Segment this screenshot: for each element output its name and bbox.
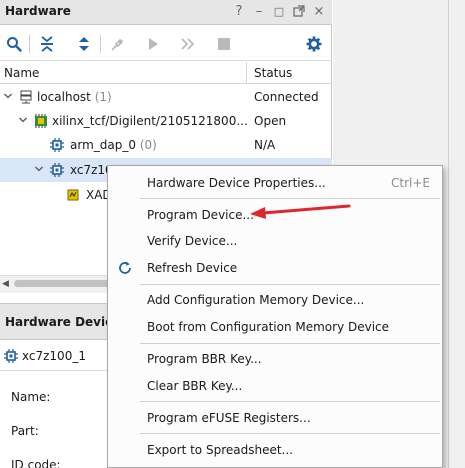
stop-icon[interactable] [214,34,234,54]
expand-all-icon[interactable] [74,34,94,54]
menu-item-label: Clear BBR Key... [147,379,243,393]
menu-item-boot-from-configuration-memory[interactable]: Boot from Configuration Memory Device [108,314,442,340]
chip-icon [50,163,64,177]
minimize-icon[interactable]: – [252,5,266,19]
target-name: xilinx_tcf/Digilent/2105121800... [52,114,248,128]
tree-row-status: Open [254,114,287,128]
chip-icon [50,138,64,152]
column-status[interactable]: Status [254,66,292,80]
menu-separator [140,284,440,285]
menu-item-add-configuration-memory[interactable]: Add Configuration Memory Device... [108,287,442,313]
menu-item-label: Hardware Device Properties... [147,176,326,190]
menu-separator [140,433,440,434]
float-icon[interactable] [292,5,306,19]
menu-separator [140,343,440,344]
menu-item-label: Verify Device... [147,234,238,248]
menu-item-clear-bbr-key[interactable]: Clear BBR Key... [108,373,442,399]
menu-item-program-efuse-registers[interactable]: Program eFUSE Registers... [108,405,442,431]
scroll-left-icon[interactable]: ◀ [2,278,12,290]
chip-icon [4,349,18,363]
menu-item-label: Program Device... [147,208,254,222]
menu-item-label: Program eFUSE Registers... [147,411,311,425]
tree-row-label: xilinx_tcf/Digilent/2105121800... [52,114,248,128]
menu-item-label: Add Configuration Memory Device... [147,293,365,307]
collapse-all-icon[interactable] [37,34,57,54]
menu-separator [140,198,440,199]
menu-item-verify-device[interactable]: Verify Device... [108,228,442,254]
auto-connect-icon[interactable] [108,34,128,54]
menu-item-hardware-device-properties[interactable]: Hardware Device Properties... Ctrl+E [108,170,442,196]
property-label-part: Part: [11,424,39,438]
chevron-down-icon[interactable] [18,115,28,125]
tree-row-status: Connected [254,90,319,104]
tree-row-status: N/A [254,138,276,152]
menu-item-label: Export to Spreadsheet... [147,443,293,457]
toolbar-separator [29,35,30,53]
hardware-panel-header: Hardware ? – □ × [0,0,332,25]
chevron-down-icon[interactable] [34,164,44,174]
column-divider[interactable] [246,62,247,84]
tree-row-label: localhost (1) [37,90,112,104]
menu-item-shortcut: Ctrl+E [391,176,430,190]
close-icon[interactable]: × [312,5,326,19]
jtag-target-icon [35,114,47,128]
chevron-down-icon[interactable] [3,91,13,101]
menu-item-label: Refresh Device [147,261,238,275]
annotation-arrow-icon [250,204,351,219]
device-name: localhost [37,90,91,104]
tree-row-localhost[interactable]: localhost (1) Connected [0,85,332,109]
tree-row-target[interactable]: xilinx_tcf/Digilent/2105121800... Open [0,109,332,133]
menu-item-label: Boot from Configuration Memory Device [147,320,390,334]
column-name[interactable]: Name [4,66,39,80]
server-icon [20,90,32,104]
child-count: (0) [139,138,157,152]
menu-item-program-bbr-key[interactable]: Program BBR Key... [108,346,442,372]
menu-item-refresh-device[interactable]: Refresh Device [108,255,442,281]
toolbar-separator [100,35,101,53]
refresh-icon [119,261,131,274]
run-icon[interactable] [143,34,163,54]
gear-icon[interactable] [304,34,324,54]
property-label-idcode: ID code: [11,458,61,468]
child-count: (1) [94,90,112,104]
property-label-name: Name: [11,390,51,404]
panel-divider [448,0,449,468]
panel-title: Hardware [5,4,71,18]
xadc-icon [67,189,79,201]
search-icon[interactable] [4,34,24,54]
hardware-toolbar [0,26,332,61]
device-name: xc7z100_1 [22,349,86,363]
menu-item-label: Program BBR Key... [147,352,262,366]
fast-forward-icon[interactable] [178,34,198,54]
tree-row-arm-dap[interactable]: arm_dap_0 (0) N/A [0,133,332,157]
maximize-icon[interactable]: □ [272,5,286,19]
menu-separator [140,401,440,402]
tree-column-header: Name Status [0,62,332,84]
device-name: arm_dap_0 [70,138,136,152]
menu-item-export-to-spreadsheet[interactable]: Export to Spreadsheet... [108,437,442,463]
tree-row-label: arm_dap_0 (0) [70,138,157,152]
help-icon[interactable]: ? [232,5,246,19]
